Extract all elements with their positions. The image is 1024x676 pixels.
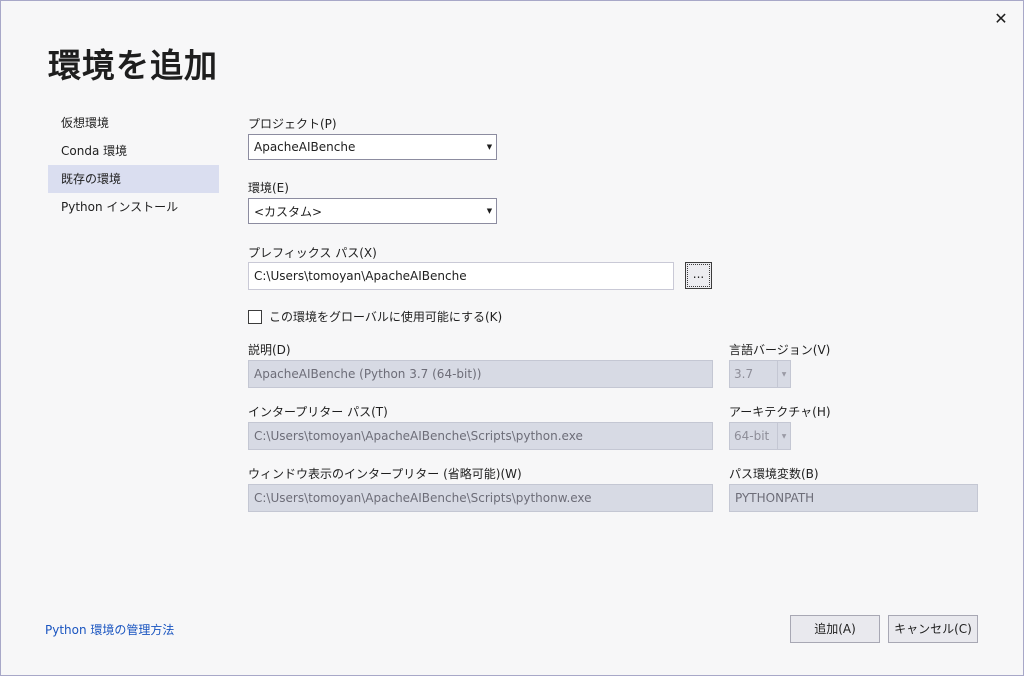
- project-value: ApacheAIBenche: [254, 140, 356, 154]
- dialog-title: 環境を追加: [48, 46, 218, 85]
- environment-value: <カスタム>: [254, 204, 323, 219]
- path-env-var-field: PYTHONPATH: [729, 484, 978, 512]
- add-button[interactable]: 追加(A): [790, 615, 880, 643]
- nav-item-existing-env[interactable]: 既存の環境: [48, 165, 219, 193]
- language-version-label: 言語バージョン(V): [729, 343, 831, 357]
- project-label: プロジェクト(P): [248, 117, 337, 131]
- close-icon[interactable]: ✕: [991, 9, 1011, 29]
- language-version-value: 3.7: [734, 367, 754, 381]
- prefix-path-label: プレフィックス パス(X): [248, 246, 377, 260]
- description-label: 説明(D): [248, 343, 291, 357]
- interpreter-path-field: C:\Users\tomoyan\ApacheAIBenche\Scripts\…: [248, 422, 713, 450]
- environment-dropdown[interactable]: <カスタム> ▼: [248, 198, 497, 224]
- chevron-down-icon: ▼: [486, 207, 493, 215]
- nav-item-python-install[interactable]: Python インストール: [48, 193, 219, 221]
- chevron-down-icon: ▼: [486, 143, 493, 151]
- windowed-interpreter-field: C:\Users\tomoyan\ApacheAIBenche\Scripts\…: [248, 484, 713, 512]
- global-env-checkbox-label: この環境をグローバルに使用可能にする(K): [269, 310, 503, 324]
- add-environment-dialog: ✕ 環境を追加 仮想環境 Conda 環境 既存の環境 Python インストー…: [0, 0, 1024, 676]
- path-env-var-label: パス環境変数(B): [729, 467, 819, 481]
- global-env-checkbox[interactable]: [248, 309, 262, 324]
- cancel-button[interactable]: キャンセル(C): [888, 615, 978, 643]
- chevron-down-icon: ▼: [777, 423, 790, 449]
- nav-item-virtual-env[interactable]: 仮想環境: [48, 109, 219, 137]
- architecture-label: アーキテクチャ(H): [729, 405, 831, 419]
- environment-label: 環境(E): [248, 181, 289, 195]
- interpreter-path-label: インタープリター パス(T): [248, 405, 388, 419]
- sidebar-nav: 仮想環境 Conda 環境 既存の環境 Python インストール: [48, 109, 219, 221]
- prefix-path-input[interactable]: C:\Users\tomoyan\ApacheAIBenche: [248, 262, 674, 290]
- architecture-value: 64-bit: [734, 429, 770, 443]
- project-dropdown[interactable]: ApacheAIBenche ▼: [248, 134, 497, 160]
- help-link[interactable]: Python 環境の管理方法: [45, 621, 174, 638]
- browse-button[interactable]: ...: [685, 262, 712, 289]
- language-version-dropdown: 3.7 ▼: [729, 360, 791, 388]
- description-field: ApacheAIBenche (Python 3.7 (64-bit)): [248, 360, 713, 388]
- windowed-interpreter-label: ウィンドウ表示のインタープリター (省略可能)(W): [248, 467, 522, 481]
- chevron-down-icon: ▼: [777, 361, 790, 387]
- architecture-dropdown: 64-bit ▼: [729, 422, 791, 450]
- nav-item-conda-env[interactable]: Conda 環境: [48, 137, 219, 165]
- global-env-checkbox-row[interactable]: この環境をグローバルに使用可能にする(K): [248, 308, 502, 325]
